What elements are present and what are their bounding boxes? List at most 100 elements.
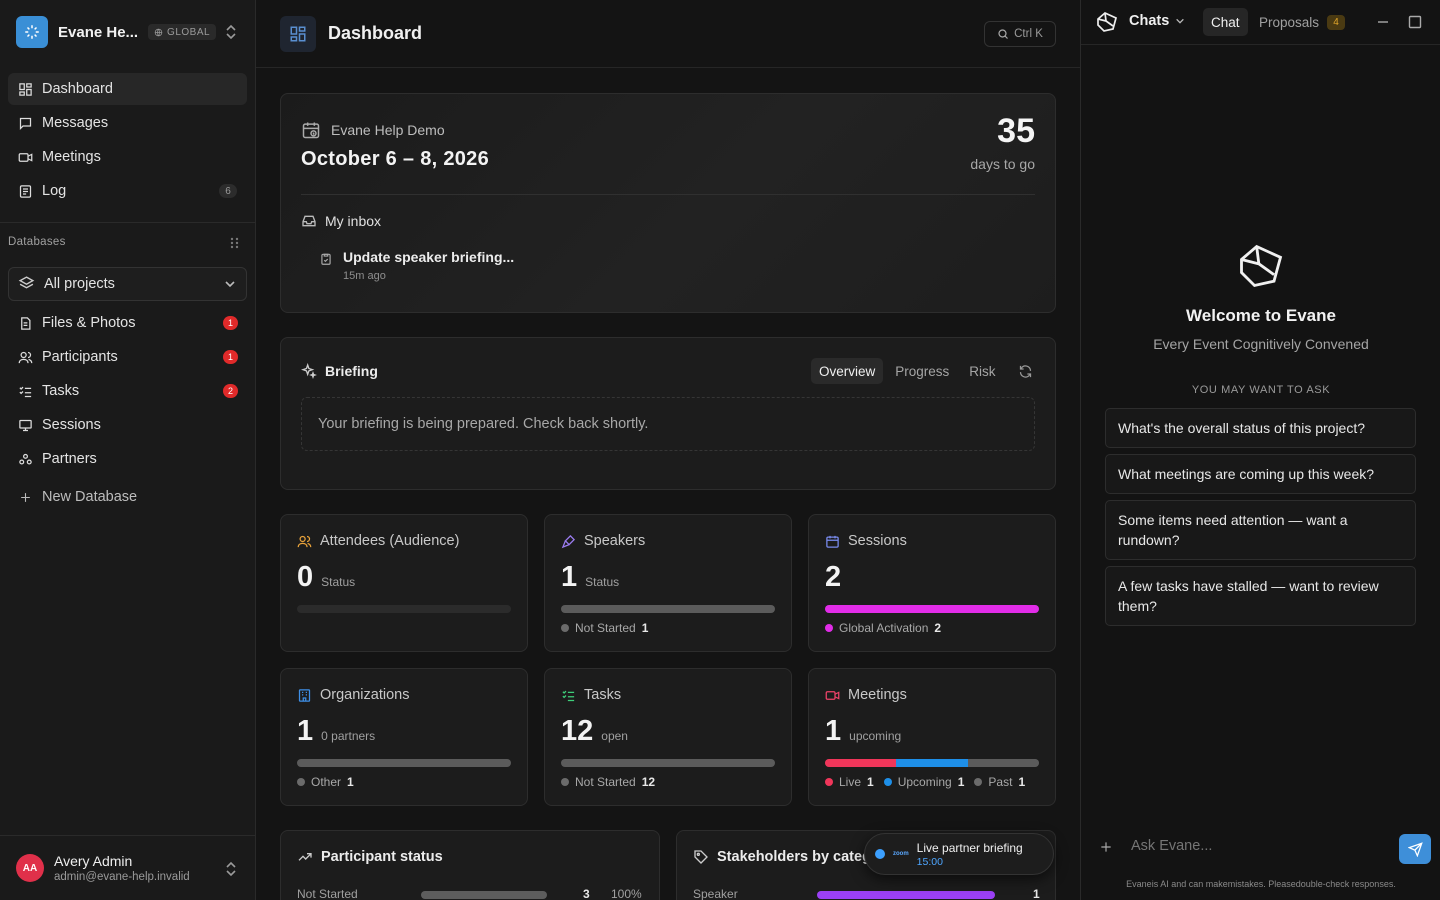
status-row-count: 3 (583, 887, 590, 900)
event-header: Evane Help Demo (301, 120, 445, 140)
legend-label: Upcoming (897, 775, 952, 789)
welcome-title: Welcome to Evane (1186, 306, 1336, 325)
stat-card[interactable]: Tasks 12 open Not Started 12 (544, 668, 792, 806)
stat-card[interactable]: Attendees (Audience) 0 Status (280, 514, 528, 652)
proposals-count-badge: 4 (1327, 14, 1346, 30)
dashboard-icon (16, 80, 34, 98)
nav-label: Sessions (42, 417, 101, 433)
legend-label: Not Started (575, 775, 636, 789)
suggestion-chip[interactable]: Some items need attention — want a rundo… (1105, 500, 1416, 560)
nav-label: Meetings (42, 149, 101, 165)
stat-progress-bar (825, 605, 1039, 613)
legend-item: Global Activation 2 (825, 621, 941, 635)
evane-logo-icon (1240, 244, 1283, 288)
chats-label: Chats (1129, 13, 1170, 29)
nav-files-photos[interactable]: Files & Photos 1 (8, 307, 247, 339)
new-database-button[interactable]: New Database (8, 481, 247, 513)
legend-item: Other 1 (297, 775, 354, 789)
stat-title: Speakers (561, 533, 645, 549)
chats-dropdown[interactable]: Chats (1129, 13, 1185, 29)
search-icon (998, 29, 1009, 39)
scope-badge-label: GLOBAL (167, 26, 211, 38)
users-icon (297, 534, 312, 549)
project-select-value: All projects (44, 276, 115, 292)
new-database-label: New Database (42, 489, 138, 505)
tab-chat[interactable]: Chat (1203, 8, 1248, 36)
stat-card[interactable]: Organizations 1 0 partners Other 1 (280, 668, 528, 806)
nav-log[interactable]: Log 6 (8, 175, 247, 207)
stat-progress-bar (297, 759, 511, 767)
stat-bar-segment (825, 605, 1039, 613)
chevron-updown-icon (226, 861, 236, 877)
event-dates: October 6 – 8, 2026 (301, 148, 490, 170)
stat-title-label: Tasks (584, 687, 622, 703)
nav-dashboard[interactable]: Dashboard (8, 73, 247, 105)
status-row-bar (421, 891, 547, 899)
stat-card[interactable]: Speakers 1 Status Not Started 1 (544, 514, 792, 652)
participant-status-heading: Participant status (297, 849, 443, 865)
tasks-icon (16, 382, 34, 400)
legend-count: 1 (1018, 775, 1026, 789)
participant-status-title: Participant status (321, 849, 443, 865)
drag-handle-icon[interactable] (230, 237, 240, 249)
inbox-item[interactable]: Update speaker briefing... 15m ago (319, 249, 514, 282)
stat-legend: Not Started 1 (561, 621, 648, 635)
briefing-message: Your briefing is being prepared. Check b… (301, 397, 1035, 451)
chat-disclaimer: Evaneis AI and can makemistakes. Pleased… (1126, 879, 1396, 889)
inbox-item-time: 15m ago (343, 270, 386, 282)
nav-tasks[interactable]: Tasks 2 (8, 375, 247, 407)
nav-meetings[interactable]: Meetings (8, 141, 247, 173)
stat-legend: Global Activation 2 (825, 621, 941, 635)
refresh-icon[interactable] (1018, 364, 1033, 379)
tab-overview[interactable]: Overview (811, 358, 884, 384)
send-button[interactable] (1399, 834, 1431, 864)
suggestion-chip[interactable]: What's the overall status of this projec… (1105, 408, 1416, 448)
log-count-badge: 6 (219, 184, 237, 198)
project-select[interactable]: All projects (8, 267, 247, 301)
legend-dot (883, 778, 892, 786)
tab-progress[interactable]: Progress (887, 358, 957, 384)
stat-title: Meetings (825, 687, 907, 703)
nav-partners[interactable]: Partners (8, 443, 247, 475)
search-button[interactable]: Ctrl K (984, 21, 1056, 47)
maximize-icon[interactable] (1408, 15, 1422, 29)
nav-messages[interactable]: Messages (8, 107, 247, 139)
nav-label: Partners (42, 451, 97, 467)
briefing-card: Briefing Overview Progress Risk Your bri… (280, 337, 1056, 490)
suggestion-chip[interactable]: What meetings are coming up this week? (1105, 454, 1416, 494)
workspace-switcher[interactable]: Evane He... GLOBAL (16, 16, 242, 48)
stat-progress-bar (561, 759, 775, 767)
live-meeting-toast[interactable]: zoom Live partner briefing 15:00 (864, 833, 1054, 875)
legend-item: Not Started 12 (561, 775, 655, 789)
stat-bar-segment (825, 759, 897, 767)
user-menu[interactable]: AA Avery Admin admin@evane-help.invalid (16, 848, 242, 888)
chat-input[interactable] (1131, 838, 1391, 854)
scope-badge: GLOBAL (148, 24, 217, 40)
tab-proposals[interactable]: Proposals 4 (1251, 8, 1353, 36)
minimize-icon[interactable] (1376, 15, 1390, 29)
chevron-updown-icon[interactable] (224, 23, 238, 41)
tab-risk[interactable]: Risk (961, 358, 1003, 384)
stat-card[interactable]: Meetings 1 upcoming Live 1 Upcoming 1 Past 1 (808, 668, 1056, 806)
nav-sessions[interactable]: Sessions (8, 409, 247, 441)
legend-dot (297, 778, 305, 786)
attach-plus-icon[interactable] (1099, 840, 1113, 854)
stakeholder-row-count: 1 (1033, 887, 1040, 900)
stat-card[interactable]: Sessions 2 Global Activation 2 (808, 514, 1056, 652)
nav-label: Messages (42, 115, 109, 131)
sparkle-icon (301, 363, 317, 379)
event-name: Evane Help Demo (331, 122, 445, 138)
stat-bar-segment (896, 759, 968, 767)
calendar-icon (825, 534, 840, 549)
nav-participants[interactable]: Participants 1 (8, 341, 247, 373)
legend-count: 12 (641, 775, 656, 789)
inbox-icon (302, 215, 316, 227)
legend-count: 1 (867, 775, 874, 789)
legend-item: Not Started 1 (561, 621, 648, 635)
stat-value-row: 2 (825, 561, 849, 594)
stakeholder-row-bar-fill (817, 891, 995, 899)
welcome-subtitle: Every Event Cognitively Convened (1153, 336, 1369, 352)
suggestion-chip[interactable]: A few tasks have stalled — want to revie… (1105, 566, 1416, 626)
days-remaining: 35 (997, 112, 1035, 150)
top-bar: Dashboard Ctrl K (256, 0, 1080, 68)
